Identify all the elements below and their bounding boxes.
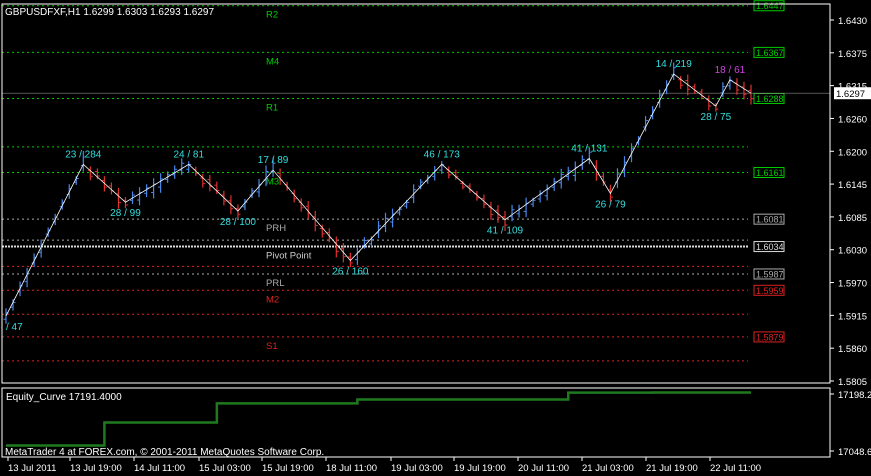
zigzag-label: 26 / 79 [595,200,626,211]
zigzag-label: 26 / 160 [332,267,369,278]
y-tick-label: 1.6145 [838,180,867,191]
chart-window[interactable]: R2 1.6447 M4 1.6367 R1 1.6288 M3 1.6161 PRH 1.608… [0,0,871,476]
level-tag-text: 1.5879 [756,332,784,342]
zigzag-label: 23 / 284 [65,149,102,160]
level-tag-text: 1.5987 [756,269,784,279]
symbol-header: GBPUSDFXF,H1 1.6299 1.6303 1.6293 1.6297 [5,7,214,18]
x-tick-label: 14 Jul 11:00 [134,463,185,474]
level-name: M2 [266,294,279,305]
y-tick-label: 1.6200 [838,147,867,158]
equity-y-tick-label: 17048.66 [838,447,871,458]
level-tag-text: 1.6367 [756,48,784,58]
x-tick-label: 15 Jul 03:00 [199,463,251,474]
x-tick-label: 22 Jul 11:00 [710,463,761,474]
level-name: PRH [266,223,286,234]
zigzag-label: 28 / 99 [110,208,141,219]
zigzag-label: / 47 [6,322,23,333]
zigzag-label: 18 / 61 [715,65,746,76]
current-price-tag: 1.6297 [834,87,871,100]
y-tick-label: 1.6260 [838,114,867,125]
x-tick-label: 21 Jul 19:00 [646,463,698,474]
level-price-tag: 1.6034 [753,241,785,253]
level-tag-text: 1.6161 [756,168,784,178]
zigzag-label: 24 / 81 [173,149,204,160]
level-name: R2 [266,10,278,21]
y-tick-label: 1.5805 [838,377,867,388]
level-name: M3 [266,177,279,188]
level-tag-text: 1.6288 [756,94,784,104]
zigzag-label: 17 / 89 [258,155,289,166]
level-price-tag: 1.5879 [753,331,785,343]
equity-indicator-label: Equity_Curve 17191.4000 [6,392,122,403]
level-tag-text: 1.6081 [756,215,784,225]
y-tick-label: 1.5915 [838,311,867,322]
x-tick-label: 13 Jul 2011 [8,463,56,474]
x-tick-label: 13 Jul 19:00 [70,463,122,474]
x-tick-label: 18 Jul 11:00 [326,463,377,474]
y-tick-label: 1.5970 [838,279,867,290]
level-tag-text: 1.6034 [756,242,784,252]
level-price-tag: 1.6447 [753,0,785,12]
y-tick-label: 1.6085 [838,213,867,224]
level-price-tag: 1.6081 [753,213,785,225]
level-name: Pivot Point [266,251,312,262]
zigzag-label: 28 / 75 [701,112,732,123]
zigzag-label: 46 / 173 [424,149,461,160]
level-name: R1 [266,102,278,113]
level-tag-text: 1.6447 [756,1,784,11]
current-price-text: 1.6297 [836,89,865,100]
level-price-tag: 1.6161 [753,167,785,179]
x-tick-label: 19 Jul 19:00 [454,463,506,474]
x-tick-label: 21 Jul 03:00 [582,463,634,474]
y-tick-label: 1.5860 [838,344,867,355]
level-name: S1 [266,341,278,352]
zigzag-label: 41 / 131 [571,144,608,155]
zigzag-label: 41 / 109 [487,226,524,237]
level-tag-text: 1.5959 [756,286,784,296]
y-tick-label: 1.6030 [838,246,867,257]
level-price-tag: 1.6367 [753,46,785,58]
x-tick-label: 15 Jul 19:00 [262,463,314,474]
y-tick-label: 1.6430 [838,16,867,27]
level-name: PRL [266,278,284,289]
y-tick-label: 1.6375 [838,49,867,60]
level-name: M4 [266,56,279,67]
equity-y-tick-label: 17198.2 [838,390,871,401]
level-price-tag: 1.5987 [753,268,785,280]
zigzag-label: 14 / 219 [656,59,693,70]
x-tick-label: 19 Jul 03:00 [391,463,443,474]
level-price-tag: 1.5959 [753,284,785,296]
copyright-text: MetaTrader 4 at FOREX.com, © 2001-2011 M… [5,447,324,458]
level-price-tag: 1.6288 [753,92,785,104]
x-tick-label: 20 Jul 11:00 [518,463,569,474]
zigzag-label: 28 / 100 [220,217,257,228]
